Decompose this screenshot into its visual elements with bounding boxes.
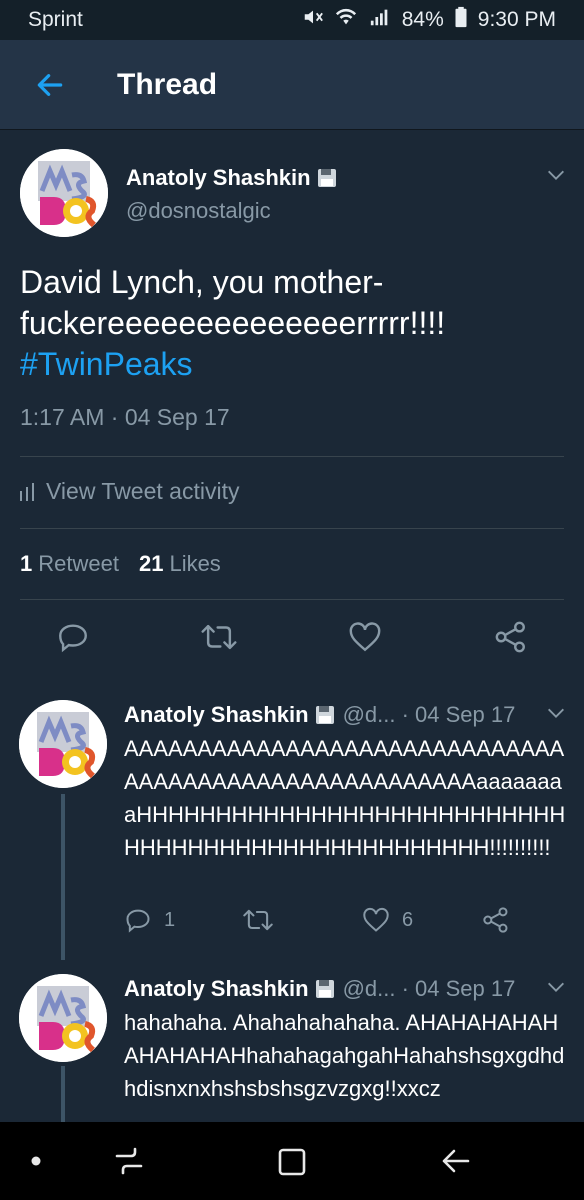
back-button[interactable] bbox=[28, 63, 72, 107]
like-count: 6 bbox=[402, 908, 414, 931]
author-handle[interactable]: @dosnostalgic bbox=[126, 198, 271, 224]
page-title: Thread bbox=[117, 67, 218, 101]
reply-text: hahahaha. Ahahahahahaha. AHAHAHAHAHAHAHA… bbox=[124, 1010, 565, 1101]
likes-stat[interactable]: 21 Likes bbox=[139, 551, 221, 577]
system-nav-bar bbox=[0, 1122, 584, 1200]
home-button[interactable] bbox=[276, 1146, 308, 1178]
like-button[interactable]: 6 bbox=[362, 906, 413, 934]
retweet-label: Retweet bbox=[38, 551, 119, 576]
avatar[interactable] bbox=[19, 700, 107, 788]
reply-tweet[interactable]: Anatoly Shashkin @d... · 04 Sep 17 AAAAA… bbox=[0, 680, 584, 960]
share-button[interactable] bbox=[482, 906, 510, 934]
status-bar: Sprint 84% 9:30 PM bbox=[0, 0, 584, 40]
reply-button[interactable] bbox=[56, 620, 90, 654]
battery-icon bbox=[454, 6, 468, 34]
view-activity-button[interactable]: View Tweet activity bbox=[20, 478, 239, 505]
avatar[interactable] bbox=[20, 149, 108, 237]
retweet-icon bbox=[201, 624, 237, 650]
reply-count: 1 bbox=[164, 908, 176, 931]
thread-line bbox=[61, 794, 65, 960]
tweet-timestamp: 1:17 AM · 04 Sep 17 bbox=[20, 404, 230, 430]
mute-icon bbox=[302, 6, 324, 34]
heart-icon bbox=[363, 907, 389, 932]
reply-tweet[interactable]: Anatoly Shashkin @d... · 04 Sep 17 hahah… bbox=[0, 960, 584, 1122]
share-icon bbox=[483, 907, 508, 933]
retweets-stat[interactable]: 1 Retweet bbox=[20, 551, 119, 577]
msdos-logo-icon bbox=[19, 700, 107, 788]
reply-text: AAAAAAAAAAAAAAAAAAAAAAAAAAAAAAAAAAAAAAAA… bbox=[124, 736, 566, 860]
clock: 9:30 PM bbox=[477, 8, 556, 31]
reply-icon bbox=[59, 624, 87, 653]
floppy-disk-icon bbox=[315, 706, 334, 724]
divider bbox=[20, 456, 564, 457]
like-button[interactable] bbox=[348, 620, 382, 654]
author-name[interactable]: Anatoly Shashkin bbox=[126, 165, 337, 191]
tweet-text: David Lynch, you mother- fuckereeeeeeeee… bbox=[20, 262, 570, 385]
thread-line bbox=[61, 1066, 65, 1122]
reply-button[interactable]: 1 bbox=[124, 906, 175, 934]
recent-apps-button[interactable] bbox=[113, 1146, 145, 1176]
retweet-button[interactable] bbox=[200, 620, 238, 654]
view-activity-label: View Tweet activity bbox=[46, 478, 240, 504]
divider bbox=[20, 528, 564, 529]
reply-header: Anatoly Shashkin @d... · 04 Sep 17 bbox=[124, 702, 515, 728]
reply-icon bbox=[126, 909, 150, 933]
msdos-logo-icon bbox=[19, 974, 107, 1062]
tweet-stats: 1 Retweet 21 Likes bbox=[20, 551, 221, 577]
chevron-down-icon[interactable] bbox=[545, 702, 567, 724]
likes-count: 21 bbox=[138, 551, 164, 576]
battery-percent: 84% bbox=[401, 8, 444, 31]
retweet-count: 1 bbox=[20, 551, 33, 576]
hashtag-link[interactable]: #TwinPeaks bbox=[20, 344, 570, 385]
share-icon bbox=[495, 621, 525, 653]
wifi-icon bbox=[334, 6, 358, 34]
app-bar: Thread bbox=[0, 40, 584, 130]
chevron-down-icon[interactable] bbox=[545, 976, 567, 998]
floppy-disk-icon bbox=[317, 169, 336, 187]
heart-icon bbox=[349, 622, 381, 652]
tweet-text-line2: fuckereeeeeeeeeeeeeerrrrr!!!! bbox=[20, 305, 446, 341]
avatar[interactable] bbox=[19, 974, 107, 1062]
share-button[interactable] bbox=[494, 620, 528, 654]
reply-author-name[interactable]: Anatoly Shashkin bbox=[124, 702, 309, 728]
reply-header: Anatoly Shashkin @d... · 04 Sep 17 bbox=[124, 976, 515, 1002]
reply-meta: @d... · 04 Sep 17 bbox=[342, 976, 516, 1001]
bar-chart-icon bbox=[20, 482, 34, 501]
dot-icon bbox=[31, 1156, 41, 1166]
msdos-logo-icon bbox=[20, 149, 108, 237]
likes-label: Likes bbox=[169, 551, 221, 576]
chevron-down-icon[interactable] bbox=[545, 164, 567, 186]
tweet-actions bbox=[0, 620, 584, 660]
author-name-text: Anatoly Shashkin bbox=[126, 165, 311, 190]
carrier-label: Sprint bbox=[28, 8, 83, 31]
tweet-text-line1: David Lynch, you mother- bbox=[20, 264, 384, 300]
retweet-icon bbox=[243, 909, 273, 931]
back-nav-button[interactable] bbox=[438, 1144, 472, 1178]
divider bbox=[20, 599, 564, 600]
floppy-disk-icon bbox=[315, 980, 334, 998]
reply-meta: @d... · 04 Sep 17 bbox=[342, 702, 516, 727]
retweet-button[interactable] bbox=[242, 906, 274, 934]
reply-author-name[interactable]: Anatoly Shashkin bbox=[124, 976, 309, 1002]
signal-icon bbox=[368, 6, 392, 34]
arrow-left-icon bbox=[37, 73, 63, 96]
